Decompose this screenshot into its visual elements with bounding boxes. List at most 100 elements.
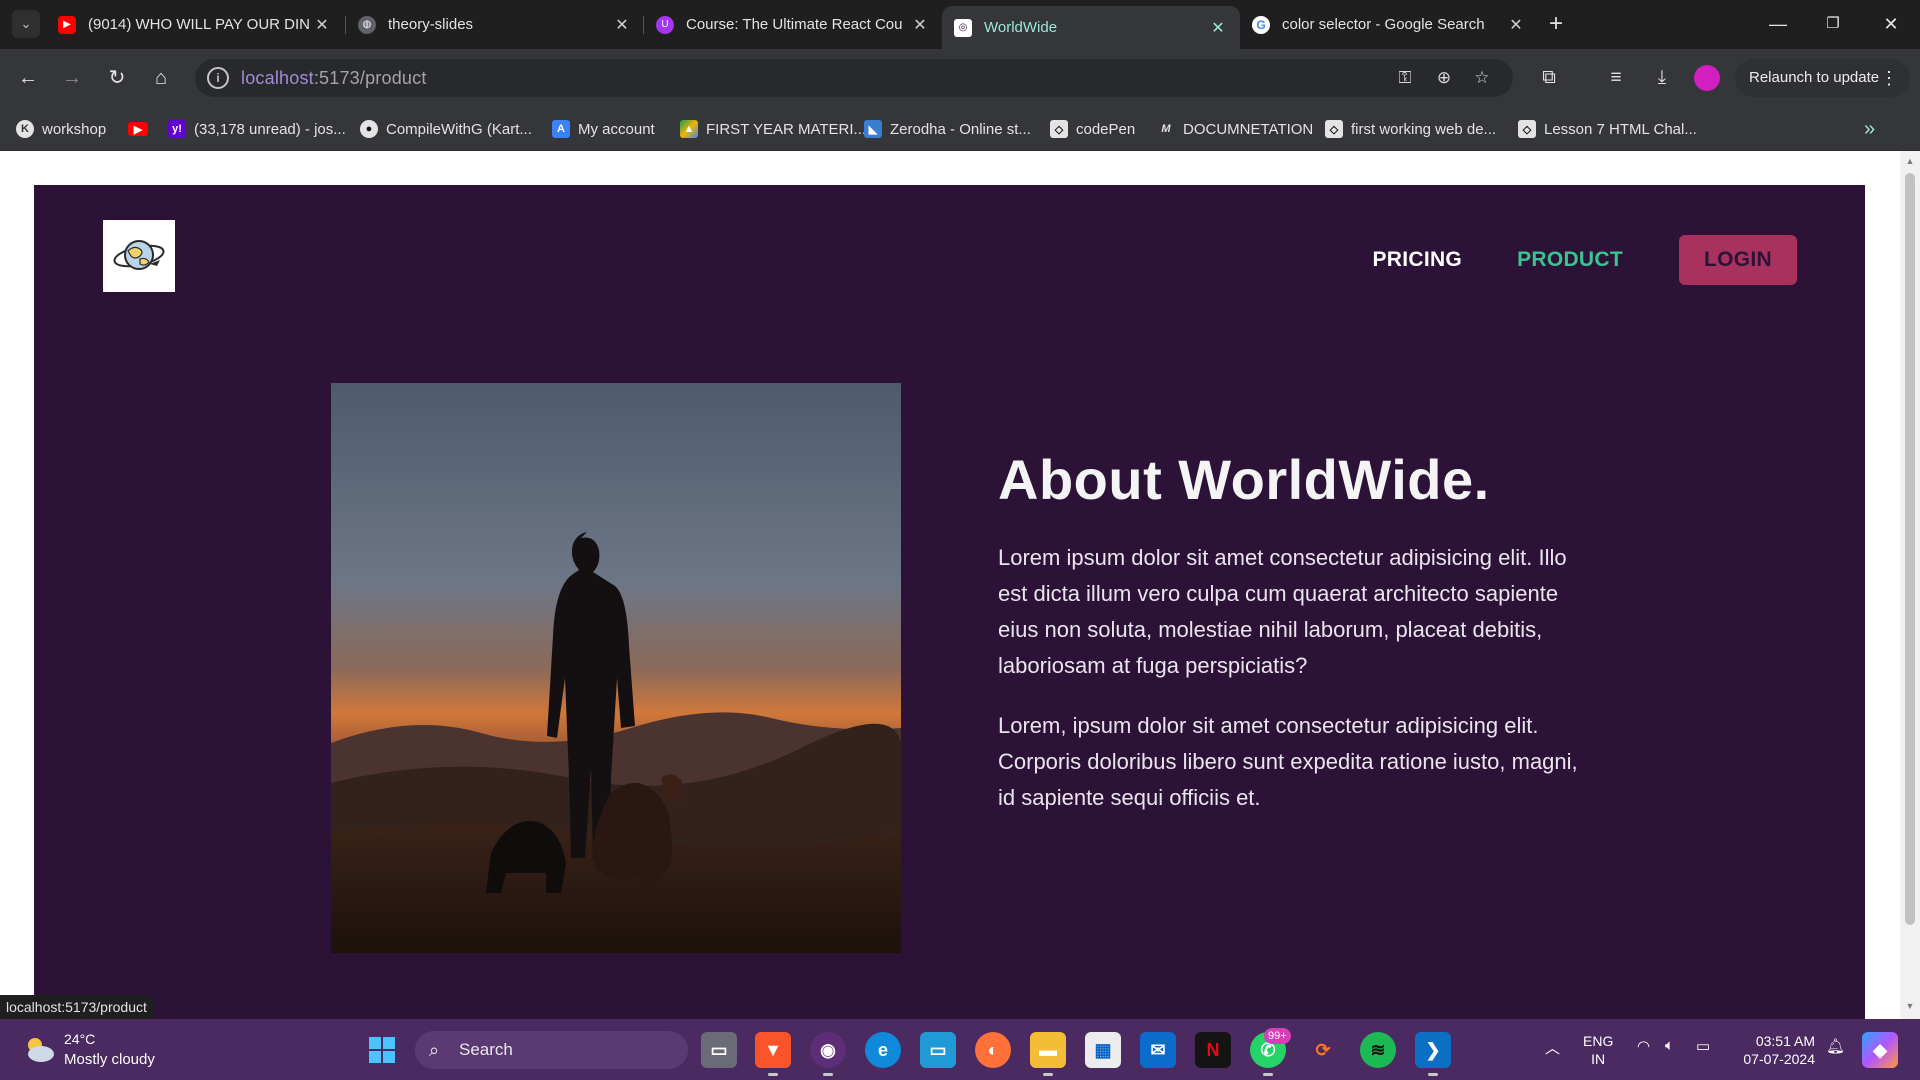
netflix-icon[interactable]: N [1195, 1032, 1231, 1068]
tab-title: theory-slides [388, 16, 474, 33]
main-nav: PRICING PRODUCT LOGIN [1317, 235, 1797, 285]
tab-search-button[interactable]: ⌄ [12, 10, 40, 38]
back-arrow-icon[interactable]: ← [14, 64, 42, 92]
language-indicator[interactable]: ENG IN [1583, 1032, 1613, 1068]
volume-icon[interactable]: 🔈︎ [1665, 1037, 1674, 1054]
bookmark-label: (33,178 unread) - jos... [194, 120, 346, 138]
nav-pricing-link[interactable]: PRICING [1372, 248, 1462, 272]
url-text[interactable]: localhost:5173/product [241, 68, 427, 89]
system-clock[interactable]: 03:51 AM 07-07-2024 [1735, 1032, 1815, 1068]
key-icon[interactable]: ⚿ [1393, 67, 1417, 89]
tab-worldwide[interactable]: ◎ WorldWide ✕ [942, 6, 1240, 49]
download-icon[interactable]: ⤓ [1648, 64, 1676, 92]
remote-desktop-icon[interactable]: ▭ [920, 1032, 956, 1068]
windows-start-icon[interactable] [364, 1032, 400, 1068]
new-tab-button[interactable]: + [1543, 11, 1569, 37]
bookmark-zerodha[interactable]: ◣ Zerodha - Online st... [864, 117, 1031, 141]
relaunch-button[interactable]: Relaunch to update ⋮ [1735, 59, 1910, 97]
extensions-icon[interactable]: ⧉ [1535, 64, 1563, 92]
hero-image [331, 383, 901, 953]
bookmark-github[interactable]: ● CompileWithG (Kart... [360, 117, 532, 141]
youtube-icon: ▶ [58, 15, 76, 34]
url-host: localhost [241, 68, 314, 88]
bookmark-first-working-web[interactable]: ◇ first working web de... [1325, 117, 1496, 141]
udemy-icon: U [656, 15, 674, 34]
weather-description[interactable]: Mostly cloudy [64, 1051, 155, 1068]
browser-toolbar: ← → ↻ ⌂ i localhost:5173/product ⚿ ⊕ ☆ ⧉… [0, 49, 1920, 107]
cloudy-weather-icon[interactable] [22, 1033, 56, 1065]
close-window-icon[interactable]: ✕ [1868, 10, 1914, 38]
bookmark-my-account[interactable]: A My account [552, 117, 655, 141]
bookmark-yahoo-mail[interactable]: y! (33,178 unread) - jos... [168, 117, 346, 141]
more-bookmarks-icon[interactable]: » [1864, 118, 1875, 141]
bookmark-lesson-7[interactable]: ◇ Lesson 7 HTML Chal... [1518, 117, 1697, 141]
show-hidden-icons-chevron-icon[interactable]: ︿ [1545, 1037, 1560, 1058]
tab-title: WorldWide [984, 19, 1058, 36]
bookmark-label: first working web de... [1351, 120, 1497, 138]
task-view-icon[interactable]: ▭ [701, 1032, 737, 1068]
notification-bell-icon[interactable]: 🔔︎ [1826, 1037, 1845, 1055]
close-tab-icon[interactable]: ✕ [312, 15, 332, 35]
bookmark-label: codePen [1076, 120, 1136, 138]
zoom-icon[interactable]: ⊕ [1432, 67, 1456, 89]
menu-dots-icon[interactable]: ⋮ [1880, 59, 1898, 97]
tab-youtube[interactable]: ▶ (9014) WHO WILL PAY OUR DIN ✕ [46, 6, 344, 43]
drive-icon: ▲ [680, 120, 698, 138]
copilot-icon[interactable]: ◆ [1862, 1032, 1898, 1068]
close-tab-icon[interactable]: ✕ [1208, 18, 1228, 38]
reload-icon[interactable]: ↻ [103, 64, 131, 92]
page-scrollbar[interactable]: ▲ ▼ [1900, 151, 1920, 1019]
media-queue-icon[interactable]: ≡ [1602, 64, 1630, 92]
logo[interactable] [103, 220, 175, 292]
home-icon[interactable]: ⌂ [147, 64, 175, 92]
address-bar[interactable]: i localhost:5173/product ⚿ ⊕ ☆ [195, 59, 1513, 97]
edge-icon[interactable]: e [865, 1032, 901, 1068]
close-tab-icon[interactable]: ✕ [1506, 15, 1526, 35]
wifi-icon[interactable]: ◠ [1637, 1037, 1650, 1055]
jupyter-icon[interactable]: ⟳ [1305, 1032, 1341, 1068]
profile-avatar[interactable] [1694, 65, 1720, 91]
language-code: ENG [1583, 1033, 1614, 1049]
brave-browser-icon[interactable]: ▼ [755, 1032, 791, 1076]
taskbar-search-box[interactable]: ⌕ Search [415, 1031, 688, 1069]
mail-icon[interactable]: ✉ [1140, 1032, 1176, 1068]
nav-product-link[interactable]: PRODUCT [1517, 248, 1623, 272]
tab-theory-slides[interactable]: ◍ theory-slides ✕ [346, 6, 644, 43]
windows-taskbar: 24°C Mostly cloudy ⌕ Search ▭ ▼ ◉ e ▭ ◐ … [0, 1019, 1920, 1080]
relaunch-label: Relaunch to update [1749, 69, 1880, 86]
scroll-down-arrow-icon[interactable]: ▼ [1904, 1001, 1916, 1011]
tab-udemy-course[interactable]: U Course: The Ultimate React Cou ✕ [644, 6, 942, 43]
search-icon: ⌕ [429, 1040, 440, 1060]
page-viewport: PRICING PRODUCT LOGIN About WorldWide. L… [0, 151, 1900, 1019]
battery-icon[interactable]: ▭ [1696, 1037, 1710, 1055]
bookmark-codepen[interactable]: ◇ codePen [1050, 117, 1135, 141]
close-tab-icon[interactable]: ✕ [910, 15, 930, 35]
bookmark-drive[interactable]: ▲ FIRST YEAR MATERI... [680, 117, 866, 141]
close-tab-icon[interactable]: ✕ [612, 15, 632, 35]
minimize-icon[interactable]: — [1755, 10, 1801, 38]
tab-google-search[interactable]: G color selector - Google Search ✕ [1240, 6, 1538, 43]
file-explorer-icon[interactable]: ▬ [1030, 1032, 1066, 1076]
region-code: IN [1591, 1051, 1606, 1067]
chrome-icon[interactable]: ◉ [810, 1032, 846, 1076]
vscode-icon[interactable]: ❯ [1415, 1032, 1451, 1076]
page-title: About WorldWide. [998, 448, 1490, 511]
m-icon: M [1161, 123, 1171, 135]
bookmark-youtube[interactable]: ▶ [128, 117, 156, 141]
forward-arrow-icon[interactable]: → [58, 64, 86, 92]
microsoft-store-icon[interactable]: ▦ [1085, 1032, 1121, 1068]
bookmark-star-icon[interactable]: ☆ [1470, 67, 1494, 89]
bookmark-workshop[interactable]: K workshop [16, 117, 106, 141]
login-button[interactable]: LOGIN [1679, 235, 1797, 285]
bookmark-label: Lesson 7 HTML Chal... [1544, 120, 1697, 138]
scroll-up-arrow-icon[interactable]: ▲ [1904, 156, 1916, 166]
codepen-icon: ◇ [1050, 120, 1068, 138]
weather-temperature[interactable]: 24°C [64, 1031, 95, 1047]
site-info-icon[interactable]: i [207, 67, 229, 89]
bookmark-documentation[interactable]: M DOCUMNETATION [1157, 117, 1313, 141]
bookmark-label: workshop [42, 120, 107, 138]
scroll-thumb[interactable] [1905, 173, 1915, 925]
restore-icon[interactable]: ❐ [1810, 10, 1856, 38]
spotify-icon[interactable]: ≋ [1360, 1032, 1396, 1068]
firefox-icon[interactable]: ◐ [975, 1032, 1011, 1068]
